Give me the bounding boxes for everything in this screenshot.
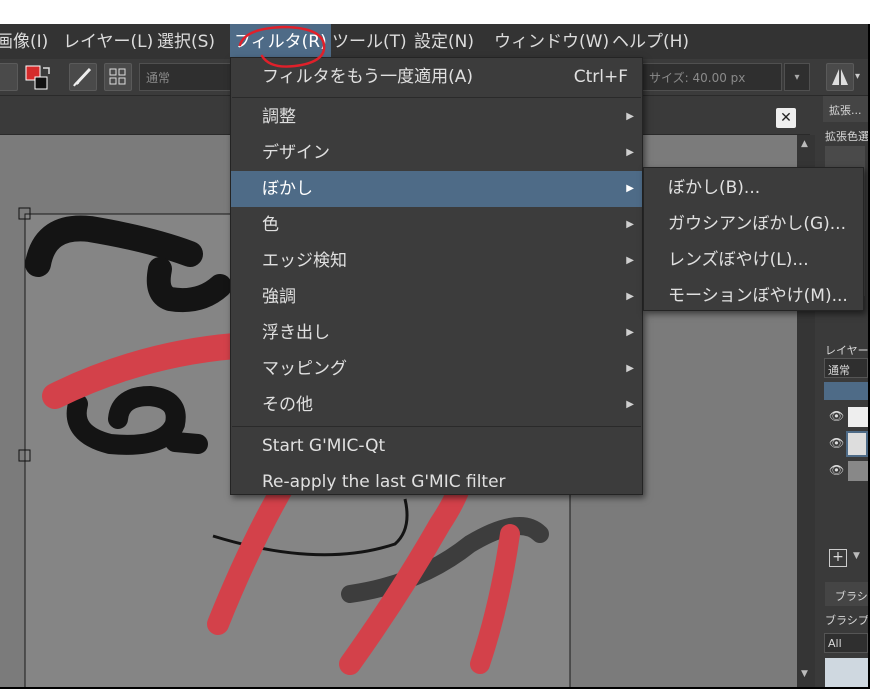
filters-menu: フィルタをもう一度適用(A) Ctrl+F 調整 ▶ デザイン ▶ ぼかし ▶ 色 ▶ … xyxy=(230,57,643,495)
submenu-arrow-icon: ▶ xyxy=(626,399,634,410)
brush-filter-select[interactable]: All xyxy=(824,633,868,653)
menu-reapply-gmic[interactable]: Re-apply the last G'MIC filter xyxy=(231,464,642,500)
submenu-arrow-icon: ▶ xyxy=(626,219,634,230)
menu-window[interactable]: ウィンドウ(W) xyxy=(494,24,609,59)
submenu-arrow-icon: ▶ xyxy=(626,111,634,122)
brush-presets-label: ブラシプリ xyxy=(825,614,869,627)
layer-thumbnail[interactable] xyxy=(848,407,868,427)
menu-layer[interactable]: レイヤー(L) xyxy=(63,24,153,59)
brush-size-field[interactable]: サイズ: 40.00 px xyxy=(642,63,782,91)
brush-preset-thumbnail[interactable] xyxy=(825,658,868,687)
menu-category-colors[interactable]: 色 ▶ xyxy=(231,207,642,243)
menubar: 画像(I) レイヤー(L) 選択(S) フィルタ(R) ツール(T) 設定(N)… xyxy=(0,24,868,59)
menu-tools[interactable]: ツール(T) xyxy=(332,24,407,59)
toolbar-button[interactable] xyxy=(0,63,18,91)
blend-mode-select[interactable]: 通常 xyxy=(139,63,231,91)
submenu-arrow-icon: ▶ xyxy=(626,291,634,302)
blur-submenu: ぼかし(B)... ガウシアンぼかし(G)... レンズぼやけ(L)... モー… xyxy=(643,167,864,311)
menu-separator xyxy=(232,426,641,427)
grid-icon[interactable] xyxy=(104,63,132,91)
mirror-dropdown-icon[interactable]: ▾ xyxy=(855,63,868,91)
submenu-gaussian-blur[interactable]: ガウシアンぼかし(G)... xyxy=(644,206,863,242)
visibility-eye-icon[interactable]: 👁 xyxy=(829,409,844,423)
size-dropdown-icon[interactable]: ▾ xyxy=(784,63,810,91)
layer-header-bar xyxy=(824,382,868,400)
menu-start-gmic[interactable]: Start G'MIC-Qt xyxy=(231,428,642,464)
menu-help[interactable]: ヘルプ(H) xyxy=(612,24,689,59)
menu-category-other[interactable]: その他 ▶ xyxy=(231,387,642,423)
brush-preset-icon[interactable] xyxy=(69,63,97,91)
dock-extended-color-label: 拡張色選 xyxy=(825,130,869,143)
menu-reapply-filter[interactable]: フィルタをもう一度適用(A) Ctrl+F xyxy=(231,59,642,95)
menu-category-emboss[interactable]: 浮き出し ▶ xyxy=(231,315,642,351)
dock-tab-brush[interactable]: ブラシプ xyxy=(825,582,868,606)
submenu-motion-blur[interactable]: モーションぼやけ(M)... xyxy=(644,278,863,314)
submenu-arrow-icon: ▶ xyxy=(626,363,634,374)
menu-filter[interactable]: フィルタ(R) xyxy=(230,24,331,59)
submenu-arrow-icon: ▶ xyxy=(626,147,634,158)
dock-tab-extended[interactable]: 拡張... xyxy=(823,96,868,122)
submenu-arrow-icon: ▶ xyxy=(626,183,634,194)
menu-category-artistic[interactable]: デザイン ▶ xyxy=(231,135,642,171)
layer-thumbnail-selected[interactable] xyxy=(846,431,868,457)
menu-category-blur[interactable]: ぼかし ▶ xyxy=(231,171,642,207)
submenu-arrow-icon: ▶ xyxy=(626,327,634,338)
color-swap-icon[interactable] xyxy=(24,64,52,92)
menu-category-map[interactable]: マッピング ▶ xyxy=(231,351,642,387)
add-layer-icon[interactable]: + xyxy=(829,549,847,567)
scroll-up-icon[interactable]: ▲ xyxy=(801,139,808,149)
layers-panel-label: レイヤー xyxy=(825,344,869,357)
mirror-icon[interactable] xyxy=(826,63,854,91)
krita-window: 画像(I) レイヤー(L) 選択(S) フィルタ(R) ツール(T) 設定(N)… xyxy=(0,24,870,689)
submenu-blur[interactable]: ぼかし(B)... xyxy=(644,170,863,206)
menu-separator xyxy=(232,97,641,98)
menu-category-enhance[interactable]: 強調 ▶ xyxy=(231,279,642,315)
layer-blend-select[interactable]: 通常 xyxy=(824,358,868,378)
visibility-eye-icon[interactable]: 👁 xyxy=(829,463,844,477)
close-document-icon[interactable]: ✕ xyxy=(776,108,796,128)
menu-select[interactable]: 選択(S) xyxy=(157,24,215,59)
submenu-lens-blur[interactable]: レンズぼやけ(L)... xyxy=(644,242,863,278)
menu-category-edge-detection[interactable]: エッジ検知 ▶ xyxy=(231,243,642,279)
menu-image[interactable]: 画像(I) xyxy=(0,24,48,59)
scroll-down-icon[interactable]: ▼ xyxy=(801,669,808,679)
visibility-eye-icon[interactable]: 👁 xyxy=(829,436,844,450)
layer-thumbnail[interactable] xyxy=(848,461,868,481)
add-layer-dropdown-icon[interactable]: ▼ xyxy=(853,551,860,561)
menu-settings[interactable]: 設定(N) xyxy=(414,24,474,59)
submenu-arrow-icon: ▶ xyxy=(626,255,634,266)
menu-category-adjust[interactable]: 調整 ▶ xyxy=(231,99,642,135)
